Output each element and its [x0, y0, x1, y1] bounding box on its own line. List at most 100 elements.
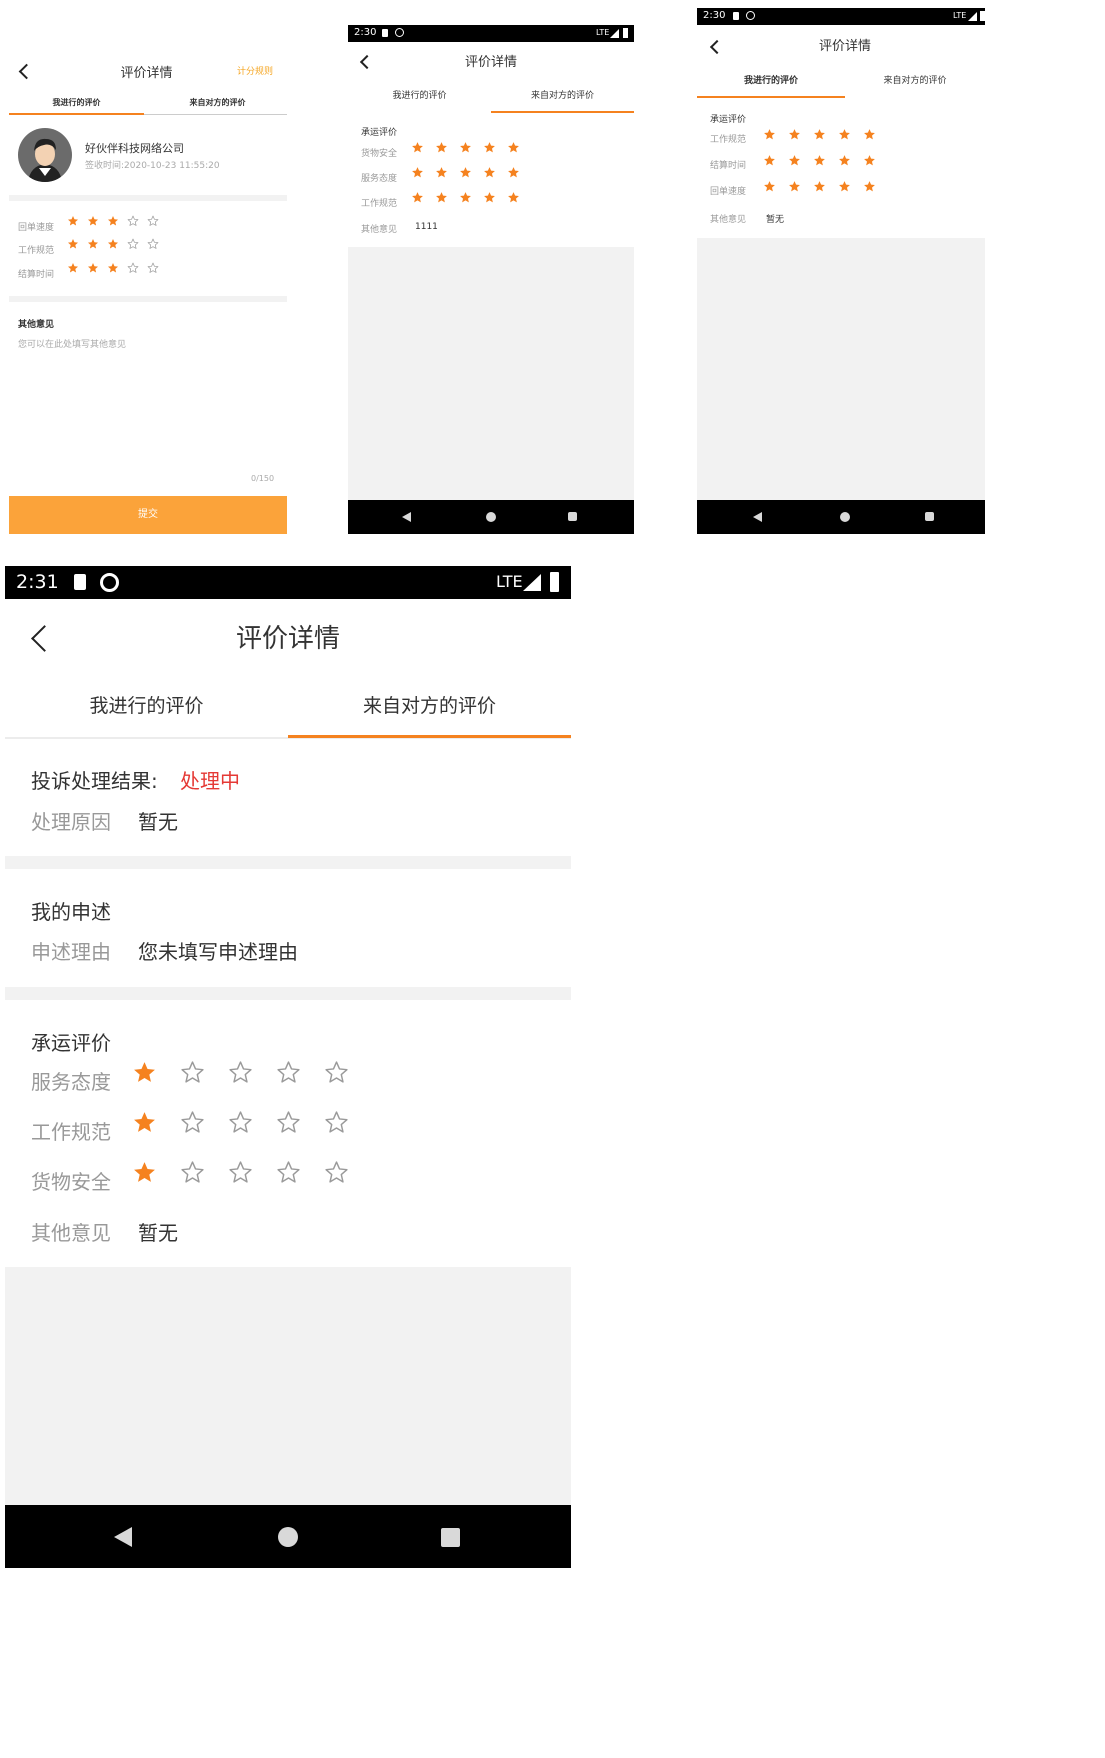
star-filled-icon[interactable] [483, 141, 496, 154]
rating-stars[interactable] [132, 1110, 349, 1135]
nav-home-icon[interactable] [486, 512, 496, 522]
star-filled-icon[interactable] [838, 128, 851, 141]
star-filled-icon[interactable] [788, 128, 801, 141]
nav-recent-icon[interactable] [441, 1528, 460, 1547]
battery-icon [550, 572, 559, 592]
tab-from-other-party[interactable]: 来自对方的评价 [288, 691, 571, 718]
star-filled-icon[interactable] [507, 141, 520, 154]
star-filled-icon[interactable] [838, 154, 851, 167]
nav-back-icon[interactable] [402, 512, 411, 522]
tab-from-other-party[interactable]: 来自对方的评价 [491, 88, 634, 101]
star-outline-icon[interactable] [324, 1160, 349, 1185]
star-filled-icon[interactable] [813, 154, 826, 167]
star-outline-icon[interactable] [276, 1110, 301, 1135]
star-outline-icon[interactable] [180, 1060, 205, 1085]
rating-stars[interactable] [411, 141, 520, 160]
star-filled-icon[interactable] [132, 1110, 157, 1135]
star-filled-icon[interactable] [813, 128, 826, 141]
scoring-rules-link[interactable]: 计分规则 [237, 64, 273, 77]
star-filled-icon[interactable] [483, 166, 496, 179]
rating-stars[interactable] [132, 1060, 349, 1085]
rating-stars[interactable] [411, 166, 520, 185]
star-filled-icon[interactable] [459, 191, 472, 204]
rating-stars[interactable] [763, 154, 876, 173]
nav-back-icon[interactable] [114, 1527, 132, 1547]
star-filled-icon[interactable] [763, 128, 776, 141]
nav-home-icon[interactable] [278, 1527, 298, 1547]
star-filled-icon[interactable] [132, 1160, 157, 1185]
star-filled-icon[interactable] [67, 215, 79, 227]
star-filled-icon[interactable] [483, 191, 496, 204]
star-filled-icon[interactable] [863, 128, 876, 141]
rating-stars[interactable] [67, 215, 159, 234]
star-outline-icon[interactable] [276, 1060, 301, 1085]
star-filled-icon[interactable] [863, 154, 876, 167]
star-filled-icon[interactable] [788, 180, 801, 193]
tab-my-evaluation[interactable]: 我进行的评价 [9, 97, 144, 108]
star-filled-icon[interactable] [459, 141, 472, 154]
status-time: 2:30 [354, 27, 377, 38]
nav-back-icon[interactable] [753, 512, 762, 522]
star-outline-icon[interactable] [147, 238, 159, 250]
star-filled-icon[interactable] [67, 262, 79, 274]
star-outline-icon[interactable] [127, 238, 139, 250]
star-filled-icon[interactable] [507, 166, 520, 179]
star-filled-icon[interactable] [87, 262, 99, 274]
star-outline-icon[interactable] [228, 1060, 253, 1085]
star-outline-icon[interactable] [127, 215, 139, 227]
star-outline-icon[interactable] [324, 1060, 349, 1085]
tab-my-evaluation[interactable]: 我进行的评价 [697, 73, 845, 86]
back-chevron-icon[interactable] [359, 54, 375, 70]
star-filled-icon[interactable] [67, 238, 79, 250]
rating-stars[interactable] [763, 128, 876, 147]
submit-button[interactable]: 提交 [9, 496, 287, 534]
star-outline-icon[interactable] [147, 215, 159, 227]
rating-stars[interactable] [67, 238, 159, 257]
star-filled-icon[interactable] [411, 166, 424, 179]
star-outline-icon[interactable] [228, 1160, 253, 1185]
nav-recent-icon[interactable] [925, 512, 934, 521]
star-filled-icon[interactable] [435, 191, 448, 204]
back-chevron-icon[interactable] [709, 39, 725, 55]
star-filled-icon[interactable] [107, 238, 119, 250]
star-filled-icon[interactable] [813, 180, 826, 193]
star-outline-icon[interactable] [228, 1110, 253, 1135]
star-filled-icon[interactable] [763, 180, 776, 193]
star-outline-icon[interactable] [324, 1110, 349, 1135]
other-opinion-input[interactable]: 您可以在此处填写其他意见 [18, 337, 126, 350]
rating-stars[interactable] [763, 180, 876, 199]
rating-stars[interactable] [67, 262, 159, 281]
star-filled-icon[interactable] [788, 154, 801, 167]
tab-my-evaluation[interactable]: 我进行的评价 [5, 691, 288, 718]
star-filled-icon[interactable] [411, 141, 424, 154]
star-filled-icon[interactable] [132, 1060, 157, 1085]
star-filled-icon[interactable] [87, 215, 99, 227]
star-filled-icon[interactable] [838, 180, 851, 193]
page-title: 评价详情 [235, 624, 340, 654]
status-bar: 2:31 LTE [5, 566, 571, 599]
star-filled-icon[interactable] [411, 191, 424, 204]
rating-stars[interactable] [411, 191, 520, 210]
star-filled-icon[interactable] [863, 180, 876, 193]
star-filled-icon[interactable] [435, 166, 448, 179]
star-outline-icon[interactable] [147, 262, 159, 274]
nav-home-icon[interactable] [840, 512, 850, 522]
nav-recent-icon[interactable] [568, 512, 577, 521]
star-filled-icon[interactable] [507, 191, 520, 204]
star-filled-icon[interactable] [459, 166, 472, 179]
star-outline-icon[interactable] [180, 1160, 205, 1185]
star-filled-icon[interactable] [763, 154, 776, 167]
star-filled-icon[interactable] [107, 262, 119, 274]
star-outline-icon[interactable] [180, 1110, 205, 1135]
star-outline-icon[interactable] [276, 1160, 301, 1185]
star-filled-icon[interactable] [107, 215, 119, 227]
star-filled-icon[interactable] [87, 238, 99, 250]
rating-stars[interactable] [132, 1160, 349, 1185]
star-filled-icon[interactable] [435, 141, 448, 154]
tab-from-other-party[interactable]: 来自对方的评价 [148, 97, 287, 108]
tab-my-evaluation[interactable]: 我进行的评价 [348, 88, 491, 101]
star-outline-icon[interactable] [127, 262, 139, 274]
back-chevron-icon[interactable] [31, 625, 58, 652]
tab-from-other-party[interactable]: 来自对方的评价 [845, 73, 985, 86]
back-chevron-icon[interactable] [18, 63, 35, 80]
